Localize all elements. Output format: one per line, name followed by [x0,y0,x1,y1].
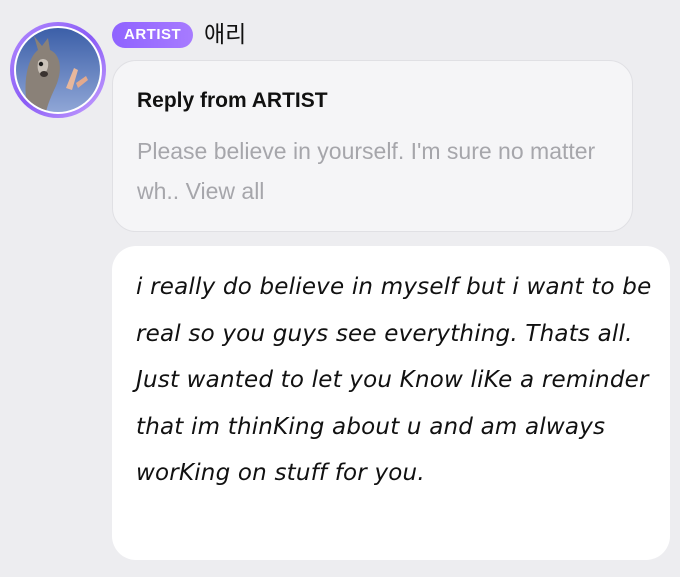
avatar-image [16,28,100,112]
artist-reply-card[interactable]: Reply from ARTIST Please believe in your… [112,60,633,232]
avatar[interactable] [10,22,106,118]
reply-title: Reply from ARTIST [137,89,328,112]
view-all-link[interactable]: View all [186,178,265,204]
message-bubble: i really do believe in myself but i want… [112,246,670,560]
avatar-frame [14,26,102,114]
message-text: i really do believe in myself but i want… [136,274,652,486]
author-name[interactable]: 애리 [204,20,246,50]
reply-preview: Please believe in yourself. I'm sure no … [137,131,617,211]
artist-badge: ARTIST [112,22,194,48]
